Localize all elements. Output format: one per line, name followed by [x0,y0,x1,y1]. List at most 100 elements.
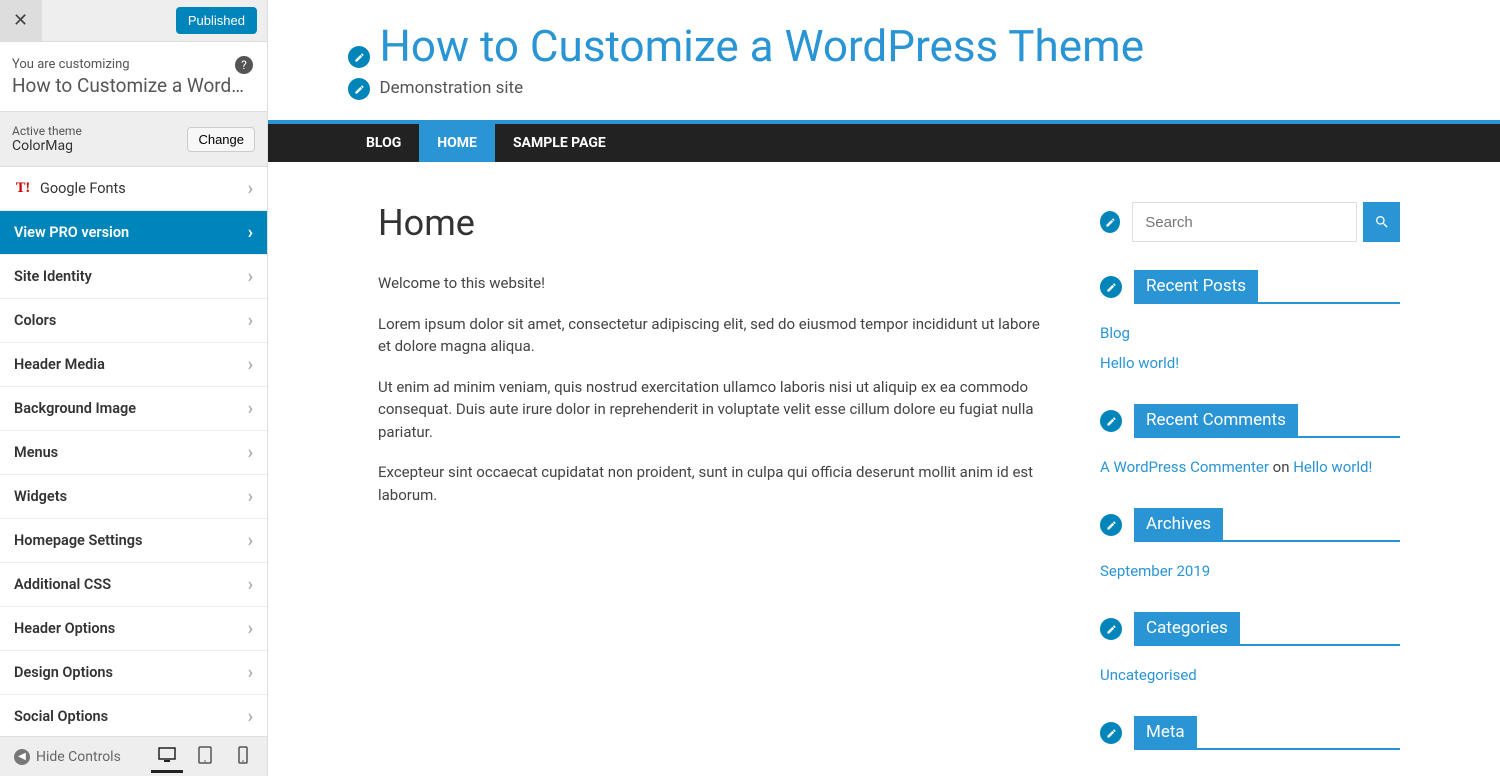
widget-title: Recent Comments [1134,404,1298,436]
pencil-icon [1106,728,1117,739]
edit-shortcut-archives[interactable] [1100,514,1122,536]
pencil-icon [1106,624,1117,635]
chevron-right-icon: › [248,442,253,463]
collapse-icon: ◀ [14,749,30,765]
main-area: Home Welcome to this website! Lorem ipsu… [268,162,1500,776]
edit-shortcut-recent-comments[interactable] [1100,410,1122,432]
sidebar-item-label: Header Options [14,620,248,637]
content-area: Home Welcome to this website! Lorem ipsu… [378,202,1040,776]
sidebar-item-label: Additional CSS [14,576,248,593]
sidebar-item-view-pro[interactable]: View PRO version › [0,211,267,255]
sidebar-item-label: Header Media [14,356,248,373]
customizing-site-name: How to Customize a WordPres... [12,74,253,97]
nav-item-sample-page[interactable]: SAMPLE PAGE [495,124,624,162]
close-icon: ✕ [13,10,28,31]
meta-widget: Meta [1100,716,1400,750]
sidebar-item-label: Google Fonts [40,180,248,197]
chevron-right-icon: › [248,266,253,287]
edit-shortcut-site-title[interactable] [348,46,370,68]
chevron-right-icon: › [248,530,253,551]
chevron-right-icon: › [248,618,253,639]
help-icon: ? [241,58,247,72]
edit-shortcut-categories[interactable] [1100,618,1122,640]
chevron-right-icon: › [248,706,253,727]
customizer-bottom-bar: ◀ Hide Controls [0,736,267,776]
active-theme-row: Active theme ColorMag Change [0,112,267,167]
sidebar-item-label: Widgets [14,488,248,505]
pencil-icon [1106,520,1117,531]
close-customizer-button[interactable]: ✕ [0,0,42,42]
device-tablet-button[interactable] [189,741,221,773]
hide-controls-button[interactable]: ◀ Hide Controls [8,745,127,769]
hide-controls-label: Hide Controls [36,749,121,765]
sidebar-item-header-options[interactable]: Header Options › [0,607,267,651]
sidebar-item-colors[interactable]: Colors › [0,299,267,343]
sidebar-item-label: View PRO version [14,224,248,241]
sidebar-item-background-image[interactable]: Background Image › [0,387,267,431]
search-input[interactable] [1132,202,1357,242]
device-desktop-button[interactable] [151,741,183,773]
pencil-icon [1106,282,1117,293]
content-paragraph: Welcome to this website! [378,272,1040,295]
sidebar-item-site-identity[interactable]: Site Identity › [0,255,267,299]
comment-post-link[interactable]: Hello world! [1293,458,1372,476]
nav-item-home[interactable]: HOME [419,124,495,162]
customizer-info-header: You are customizing How to Customize a W… [0,42,267,112]
edit-shortcut-search[interactable] [1100,211,1120,233]
chevron-right-icon: › [248,486,253,507]
widget-title: Archives [1134,508,1223,540]
sidebar-item-menus[interactable]: Menus › [0,431,267,475]
sidebar-item-label: Homepage Settings [14,532,248,549]
active-theme-name: ColorMag [12,138,82,154]
chevron-right-icon: › [248,662,253,683]
tablet-icon [198,746,212,764]
archives-widget: Archives September 2019 [1100,508,1400,586]
edit-shortcut-tagline[interactable] [348,78,370,100]
edit-shortcut-meta[interactable] [1100,722,1122,744]
edit-shortcut-recent-posts[interactable] [1100,276,1122,298]
site-preview[interactable]: How to Customize a WordPress Theme Demon… [268,0,1500,776]
sidebar-item-additional-css[interactable]: Additional CSS › [0,563,267,607]
sidebar-item-header-media[interactable]: Header Media › [0,343,267,387]
recent-comments-widget: Recent Comments A WordPress Commenter on… [1100,404,1400,482]
pencil-icon [354,52,365,63]
sidebar-item-label: Design Options [14,664,248,681]
device-mobile-button[interactable] [227,741,259,773]
pencil-icon [1106,416,1117,427]
categories-widget: Categories Uncategorised [1100,612,1400,690]
customizer-top-bar: ✕ Published [0,0,267,42]
pencil-icon [1105,217,1116,228]
recent-post-link[interactable]: Hello world! [1100,354,1179,372]
sidebar-item-label: Social Options [14,708,248,725]
archive-link[interactable]: September 2019 [1100,562,1210,580]
main-nav-wrap: BLOG HOME SAMPLE PAGE [268,120,1500,162]
sidebar-item-homepage-settings[interactable]: Homepage Settings › [0,519,267,563]
recent-post-link[interactable]: Blog [1100,324,1130,342]
category-link[interactable]: Uncategorised [1100,666,1197,684]
content-paragraph: Excepteur sint occaecat cupidatat non pr… [378,461,1040,506]
site-tagline: Demonstration site [379,78,523,98]
recent-posts-widget: Recent Posts Blog Hello world! [1100,270,1400,378]
customizer-sections-list: T! Google Fonts › View PRO version › Sit… [0,167,267,736]
sidebar-item-widgets[interactable]: Widgets › [0,475,267,519]
nav-item-blog[interactable]: BLOG [348,124,419,162]
main-nav: BLOG HOME SAMPLE PAGE [268,124,1500,162]
page-title: Home [378,202,1040,244]
content-paragraph: Lorem ipsum dolor sit amet, consectetur … [378,313,1040,358]
chevron-right-icon: › [248,354,253,375]
widget-title: Categories [1134,612,1240,644]
sidebar-item-label: Menus [14,444,248,461]
change-theme-button[interactable]: Change [187,127,255,152]
comment-author-link[interactable]: A WordPress Commenter [1100,458,1269,476]
site-title[interactable]: How to Customize a WordPress Theme [379,20,1144,72]
publish-button[interactable]: Published [176,7,257,34]
search-button[interactable] [1363,202,1400,242]
help-button[interactable]: ? [235,56,253,74]
sidebar-item-design-options[interactable]: Design Options › [0,651,267,695]
sidebar-item-label: Background Image [14,400,248,417]
google-fonts-icon: T! [14,180,32,197]
chevron-right-icon: › [248,398,253,419]
sidebar-item-social-options[interactable]: Social Options › [0,695,267,736]
widget-title: Meta [1134,716,1197,748]
sidebar-item-google-fonts[interactable]: T! Google Fonts › [0,167,267,211]
